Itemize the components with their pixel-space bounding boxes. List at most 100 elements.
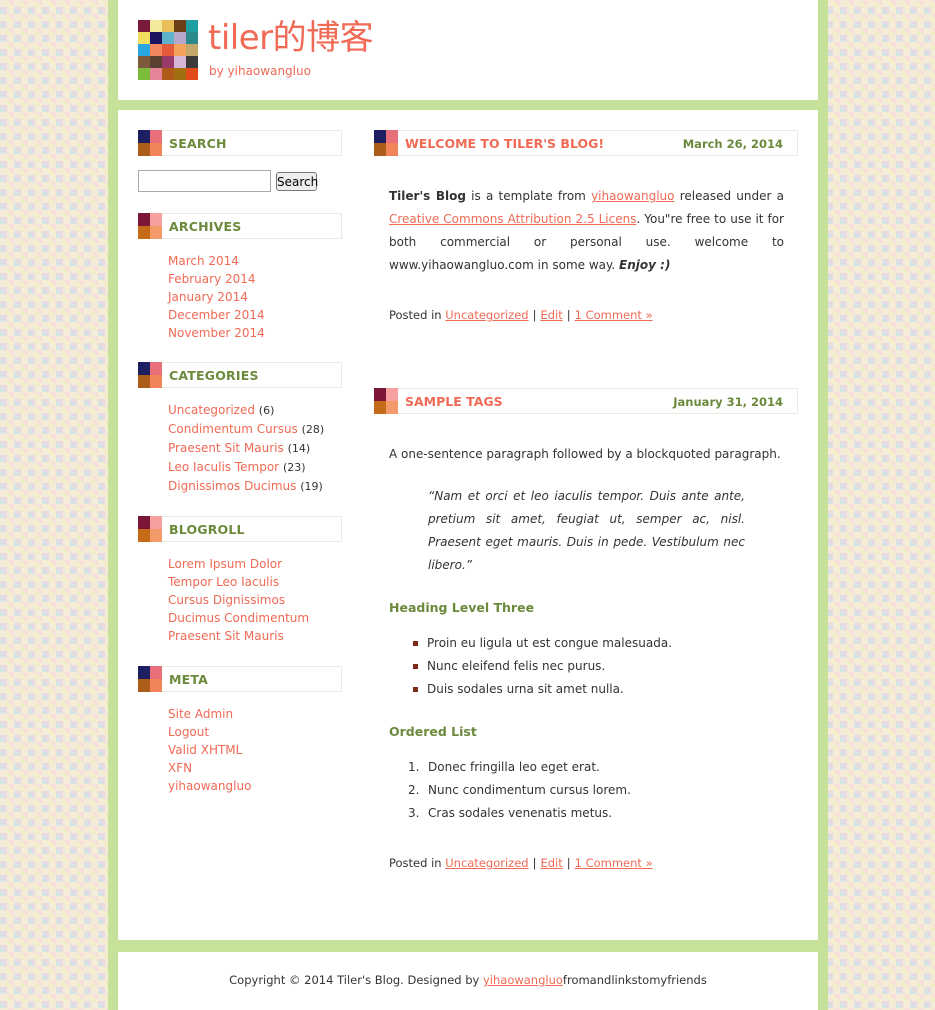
site-logo[interactable] — [138, 20, 198, 80]
logo-tile — [138, 68, 150, 80]
list-item: 1. Donec fringilla leo eget erat. — [408, 756, 784, 779]
license-link[interactable]: Creative Commons Attribution 2.5 Licens — [389, 212, 636, 226]
tile-icon — [138, 213, 162, 239]
author-link[interactable]: yihaowangluo — [591, 189, 674, 203]
logo-tile — [186, 56, 198, 68]
list-item: Praesent Sit Mauris — [168, 627, 342, 645]
content-area: SEARCH Search ARCHIVES March 2014 Februa… — [118, 110, 818, 940]
list-item: Lorem Ipsum Dolor — [168, 555, 342, 573]
list-item: Leo Iaculis Tempor (23) — [168, 458, 342, 477]
search-button[interactable]: Search — [276, 172, 318, 191]
logo-tile — [150, 20, 162, 32]
blogroll-widget-header: BLOGROLL — [138, 516, 342, 542]
meta-link[interactable]: Valid XHTML — [168, 743, 242, 757]
blogroll-link[interactable]: Cursus Dignissimos — [168, 593, 285, 607]
blog-name: Tiler's Blog — [389, 189, 466, 203]
posted-in-label: Posted in — [389, 308, 442, 322]
blogroll-link[interactable]: Lorem Ipsum Dolor — [168, 557, 282, 571]
category-link[interactable]: Condimentum Cursus — [168, 422, 298, 436]
list-item: Site Admin — [168, 705, 342, 723]
tile-icon — [138, 516, 162, 542]
edit-link[interactable]: Edit — [540, 308, 562, 322]
logo-tile — [162, 44, 174, 56]
site-title[interactable]: tiler的博客 — [208, 18, 374, 58]
meta-link[interactable]: Site Admin — [168, 707, 233, 721]
search-input[interactable] — [138, 170, 271, 192]
search-widget-header: SEARCH — [138, 130, 342, 156]
post-title-link[interactable]: SAMPLE TAGS — [405, 394, 503, 409]
separator: | — [566, 856, 571, 870]
site-header: tiler的博客 by yihaowangluo — [118, 0, 818, 100]
category-link[interactable]: Dignissimos Ducimus — [168, 479, 296, 493]
archive-link[interactable]: January 2014 — [168, 290, 248, 304]
category-link[interactable]: Leo Iaculis Tempor — [168, 460, 279, 474]
meta-link[interactable]: XFN — [168, 761, 192, 775]
ordered-list-heading: Ordered List — [389, 724, 477, 739]
post-paragraph: Tiler's Blog is a template from yihaowan… — [389, 185, 784, 277]
tile-icon — [138, 130, 162, 156]
blogroll-list: Lorem Ipsum Dolor Tempor Leo Iaculis Cur… — [138, 542, 342, 645]
archives-widget-title: ARCHIVES — [169, 219, 242, 234]
logo-tile — [162, 68, 174, 80]
heading-level-three: Heading Level Three — [389, 600, 535, 615]
designer-link[interactable]: yihaowangluo — [483, 973, 563, 987]
edit-link[interactable]: Edit — [540, 856, 562, 870]
category-link[interactable]: Uncategorized — [445, 856, 528, 870]
post-header: SAMPLE TAGS January 31, 2014 — [374, 388, 798, 414]
separator: | — [532, 856, 537, 870]
meta-link[interactable]: Logout — [168, 725, 209, 739]
list-item: Cursus Dignissimos — [168, 591, 342, 609]
category-link[interactable]: Uncategorized — [168, 403, 255, 417]
logo-tile — [138, 56, 150, 68]
sidebar: SEARCH Search ARCHIVES March 2014 Februa… — [138, 130, 342, 795]
list-item: Uncategorized (6) — [168, 401, 342, 420]
logo-tile — [186, 20, 198, 32]
categories-widget-title: CATEGORIES — [169, 368, 259, 383]
list-item: Tempor Leo Iaculis — [168, 573, 342, 591]
list-item: Logout — [168, 723, 342, 741]
post-header: WELCOME TO TILER'S BLOG! March 26, 2014 — [374, 130, 798, 156]
tile-icon — [138, 666, 162, 692]
logo-tile — [186, 32, 198, 44]
list-item: Duis sodales urna sit amet nulla. — [413, 678, 784, 701]
separator: | — [532, 308, 537, 322]
list-number: 2. — [408, 783, 420, 797]
list-item: XFN — [168, 759, 342, 777]
blogroll-link[interactable]: Ducimus Condimentum — [168, 611, 309, 625]
category-link[interactable]: Uncategorized — [445, 308, 528, 322]
logo-tile — [174, 44, 186, 56]
search-widget-title: SEARCH — [169, 136, 227, 151]
logo-tile — [138, 44, 150, 56]
list-item: Condimentum Cursus (28) — [168, 420, 342, 439]
archives-widget-header: ARCHIVES — [138, 213, 342, 239]
list-item: Ducimus Condimentum — [168, 609, 342, 627]
category-count: (6) — [258, 404, 275, 417]
list-text: Cras sodales venenatis metus. — [428, 806, 613, 820]
archive-link[interactable]: December 2014 — [168, 308, 265, 322]
comments-link[interactable]: 1 Comment » — [575, 856, 653, 870]
logo-tile — [150, 56, 162, 68]
tile-icon — [138, 362, 162, 388]
archive-link[interactable]: February 2014 — [168, 272, 256, 286]
categories-widget-header: CATEGORIES — [138, 362, 342, 388]
ordered-list: 1. Donec fringilla leo eget erat. 2. Nunc … — [389, 756, 784, 825]
logo-tile — [162, 32, 174, 44]
archive-link[interactable]: March 2014 — [168, 254, 239, 268]
archive-link[interactable]: November 2014 — [168, 326, 265, 340]
unordered-list: Proin eu ligula ut est congue malesuada.… — [389, 632, 784, 701]
post-title-link[interactable]: WELCOME TO TILER'S BLOG! — [405, 136, 604, 151]
category-link[interactable]: Praesent Sit Mauris — [168, 441, 284, 455]
list-item: Proin eu ligula ut est congue malesuada. — [413, 632, 784, 655]
meta-link[interactable]: yihaowangluo — [168, 779, 251, 793]
category-count: (23) — [282, 461, 306, 474]
list-number: 3. — [408, 806, 420, 820]
enjoy-text: Enjoy :) — [619, 258, 671, 272]
blogroll-link[interactable]: Tempor Leo Iaculis — [168, 575, 279, 589]
comments-link[interactable]: 1 Comment » — [575, 308, 653, 322]
list-item: Praesent Sit Mauris (14) — [168, 439, 342, 458]
blogroll-link[interactable]: Praesent Sit Mauris — [168, 629, 284, 643]
meta-widget-title: META — [169, 672, 209, 687]
list-item: January 2014 — [168, 288, 342, 306]
list-item: Dignissimos Ducimus (19) — [168, 477, 342, 496]
logo-tile — [150, 68, 162, 80]
